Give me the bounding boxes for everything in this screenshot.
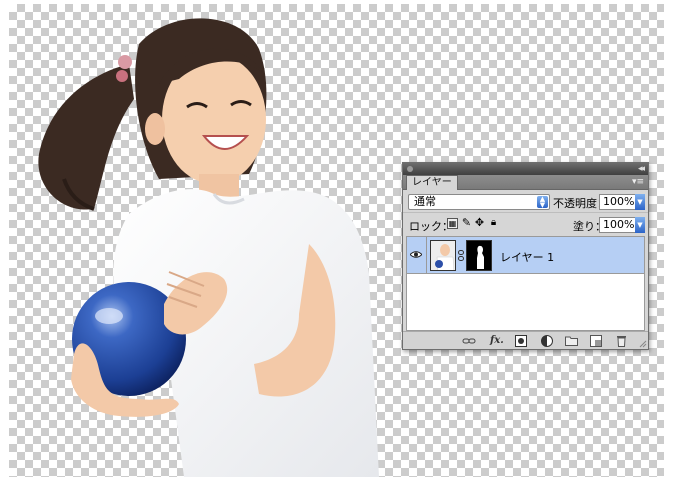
panel-menu-icon[interactable]: ▾≡ bbox=[630, 177, 644, 187]
lock-image-pixels-icon[interactable]: ✎ bbox=[461, 217, 472, 229]
panel-titlebar[interactable]: ◂◂ bbox=[403, 163, 648, 175]
blend-row: 通常 ▲ ▼ 不透明度： 100% ▼ bbox=[403, 190, 648, 212]
thumbnail-image bbox=[431, 241, 455, 270]
blend-mode-select[interactable]: 通常 ▲ ▼ bbox=[408, 194, 550, 210]
visibility-eye-icon[interactable] bbox=[410, 250, 422, 259]
resize-grip-icon[interactable] bbox=[639, 340, 647, 348]
select-arrows-icon: ▲ ▼ bbox=[537, 196, 548, 209]
delete-layer-icon[interactable] bbox=[616, 335, 627, 347]
layer-row[interactable]: レイヤー 1 bbox=[407, 237, 644, 274]
layer-mask-thumbnail[interactable] bbox=[466, 240, 492, 271]
opacity-value: 100% bbox=[603, 195, 635, 208]
lock-transparent-pixels-icon[interactable]: ▦ bbox=[447, 218, 458, 229]
fill-value: 100% bbox=[603, 218, 635, 231]
layer-thumbnail[interactable] bbox=[430, 240, 456, 271]
opacity-dropdown-icon[interactable]: ▼ bbox=[635, 194, 645, 210]
panel-footer: fx. bbox=[403, 331, 648, 349]
fill-field[interactable]: 100% ▼ bbox=[599, 217, 645, 233]
opacity-field[interactable]: 100% ▼ bbox=[599, 194, 645, 210]
mask-link-icon[interactable] bbox=[458, 250, 464, 261]
panel-tab-bar: レイヤー ▾≡ bbox=[403, 175, 648, 190]
new-layer-icon[interactable] bbox=[590, 335, 602, 347]
divider bbox=[426, 237, 427, 274]
close-icon[interactable] bbox=[407, 166, 413, 172]
mask-silhouette bbox=[467, 241, 491, 270]
layers-panel: ◂◂ レイヤー ▾≡ 通常 ▲ ▼ 不透明度： 100% ▼ ロック： ▦ ✎ ✥… bbox=[402, 162, 649, 350]
layers-list: レイヤー 1 bbox=[406, 236, 645, 331]
tab-layers[interactable]: レイヤー bbox=[406, 175, 458, 190]
collapse-icon[interactable]: ◂◂ bbox=[638, 163, 645, 175]
lock-row: ロック： ▦ ✎ ✥ 🔒︎ 塗り： 100% ▼ bbox=[403, 212, 648, 234]
lock-position-icon[interactable]: ✥ bbox=[474, 217, 485, 229]
add-mask-icon[interactable] bbox=[515, 335, 527, 347]
fill-dropdown-icon[interactable]: ▼ bbox=[635, 217, 645, 233]
adjustment-layer-icon[interactable] bbox=[541, 335, 553, 347]
blend-mode-value: 通常 bbox=[414, 195, 436, 208]
layer-name[interactable]: レイヤー 1 bbox=[500, 249, 554, 265]
new-group-icon[interactable] bbox=[565, 335, 578, 347]
link-layers-icon[interactable] bbox=[462, 335, 476, 347]
lock-all-icon[interactable]: 🔒︎ bbox=[488, 218, 499, 229]
fx-icon[interactable]: fx. bbox=[490, 335, 504, 347]
